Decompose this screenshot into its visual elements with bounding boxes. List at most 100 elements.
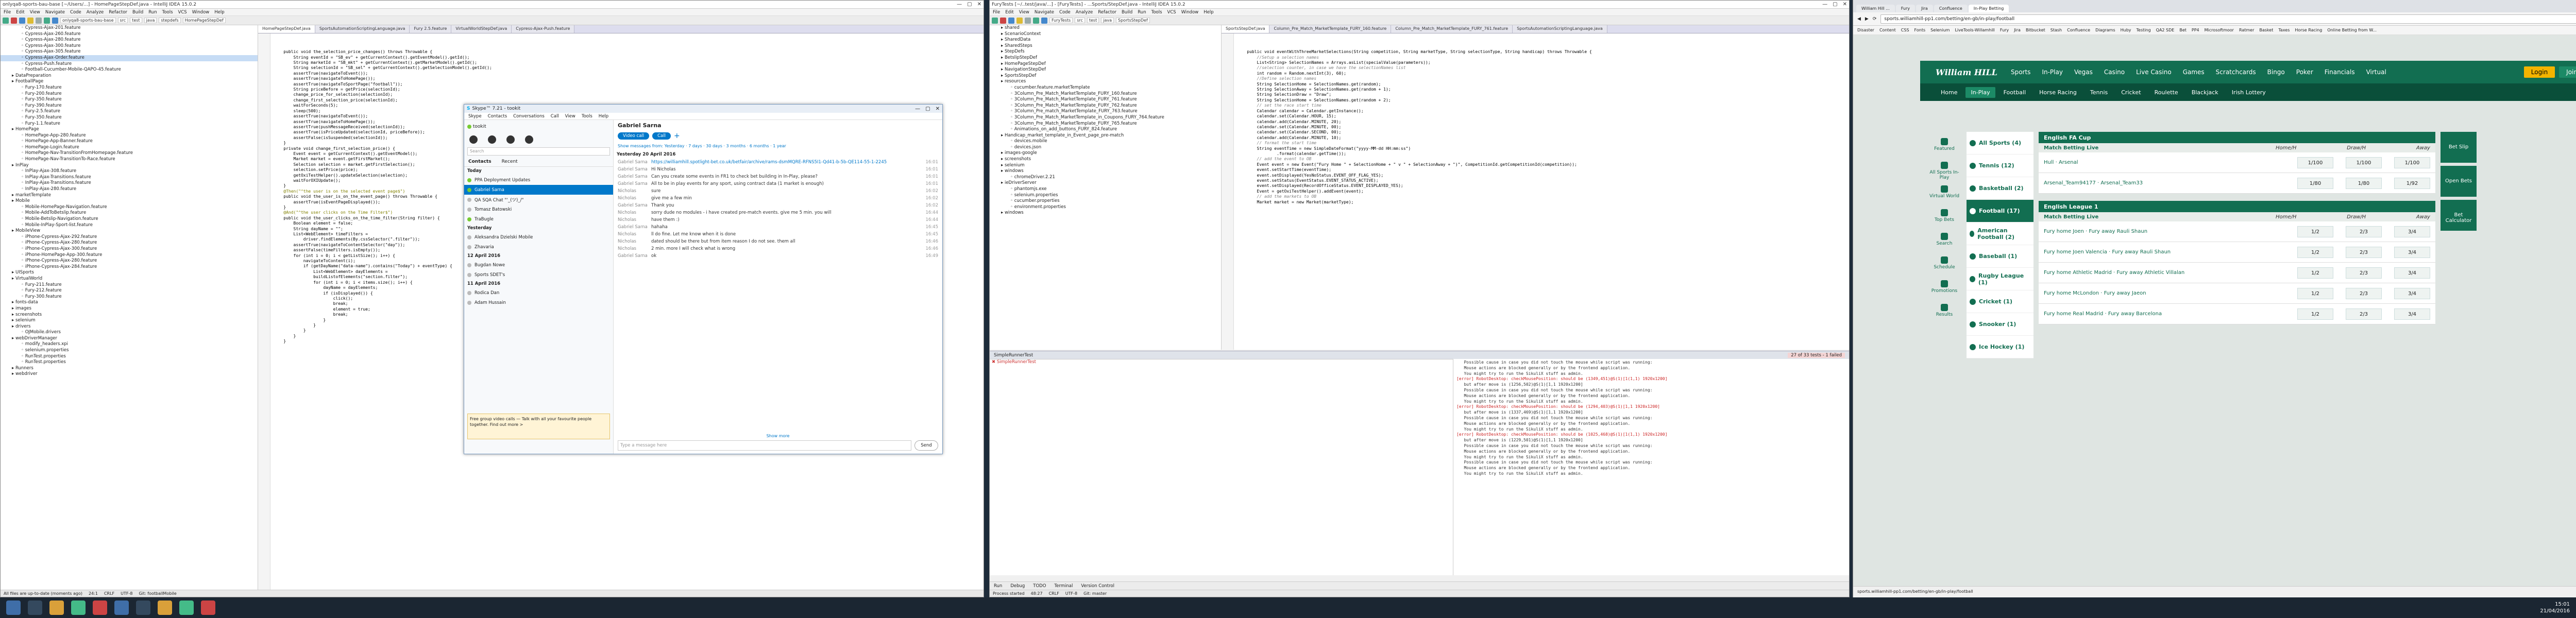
tree-item[interactable]: ◦ InPlay-Ajax-308.feature: [1, 168, 258, 175]
odds-button[interactable]: 3/4: [2394, 226, 2430, 237]
nav-item[interactable]: Poker: [2296, 68, 2313, 76]
menu-item[interactable]: Build: [1122, 10, 1132, 15]
contact-item[interactable]: Tomasz Batowski: [464, 204, 613, 214]
bookmark-item[interactable]: LiveTools-Willamhill: [1955, 28, 1994, 32]
tree-item[interactable]: ▸ drivers: [1, 324, 258, 330]
side-nav-item[interactable]: Search: [1926, 233, 1962, 246]
tree-item[interactable]: ▸ BetslipStepDef: [990, 55, 1221, 61]
minimize-icon[interactable]: —: [1822, 2, 1827, 7]
match-row[interactable]: Fury home Joen · Fury away Rauli Shaun 1/…: [2039, 221, 2435, 242]
editor-tab[interactable]: Column_Pre_Match_MarketTemplate_FURY_160…: [1269, 25, 1392, 33]
tree-item[interactable]: ◦ Fury-390.feature: [1, 103, 258, 109]
close-icon[interactable]: ✕: [977, 2, 981, 7]
menu-item[interactable]: Navigate: [45, 10, 65, 15]
tree-item[interactable]: ◦ Mobile-AddToBetslip.feature: [1, 210, 258, 216]
tree-item[interactable]: ◦ selenium.properties: [1, 348, 258, 354]
tree-item[interactable]: ◦ Football-Cucumber-Mobile-QAPO-45.featu…: [1, 67, 258, 73]
match-teams[interactable]: Arsenal_Team94177 · Arsenal_Team33: [2044, 180, 2285, 186]
odds-button[interactable]: 1/2: [2297, 287, 2333, 299]
nav-item[interactable]: Live Casino: [2136, 68, 2172, 76]
bookmark-item[interactable]: Microsoftmoor: [2205, 28, 2234, 32]
taskbar-app-icon[interactable]: [49, 600, 64, 615]
menu-item[interactable]: View: [1019, 10, 1029, 15]
odds-button[interactable]: 2/3: [2346, 308, 2382, 320]
subnav-item[interactable]: In-Play: [1965, 87, 1995, 98]
tool-window-tab[interactable]: TODO: [1033, 583, 1046, 589]
bookmark-item[interactable]: Testing: [2137, 28, 2151, 32]
tree-item[interactable]: ◦ Cypress-Ajax-305.feature: [1, 49, 258, 55]
odds-button[interactable]: 1/100: [2297, 157, 2333, 168]
sport-list-item[interactable]: Rugby League (1): [1967, 268, 2033, 290]
forward-icon[interactable]: ▶: [1865, 16, 1869, 22]
taskbar-app-icon[interactable]: [28, 600, 42, 615]
breadcrumb-item[interactable]: onlyqa8-sports-bau-base: [60, 18, 116, 23]
bookmark-item[interactable]: Bet: [2179, 28, 2187, 32]
nav-item[interactable]: Games: [2183, 68, 2205, 76]
menu-item[interactable]: Call: [551, 114, 559, 119]
side-nav-item[interactable]: Featured: [1926, 138, 1962, 151]
menu-item[interactable]: Run: [148, 10, 157, 15]
tree-item[interactable]: ◦ 3Column_Pre_Match_MarketTemplate_FURY_…: [990, 97, 1221, 103]
tree-item[interactable]: ◦ Animations_on_add_buttons_FURY_824.fea…: [990, 127, 1221, 133]
menu-item[interactable]: Help: [599, 114, 608, 119]
contacts-icon[interactable]: [506, 135, 515, 144]
bookmark-item[interactable]: CSS: [1901, 28, 1909, 32]
william-hill-logo[interactable]: William HILL: [1936, 67, 1997, 77]
menu-item[interactable]: Analyze: [87, 10, 104, 15]
tree-item[interactable]: ◦ Cypress-Ajax-260.feature: [1, 31, 258, 38]
odds-button[interactable]: 2/3: [2346, 267, 2382, 279]
breadcrumb-item[interactable]: java: [1101, 18, 1114, 23]
match-teams[interactable]: Hull · Arsenal: [2044, 159, 2285, 166]
tool-window-tab[interactable]: Run: [994, 583, 1002, 589]
run-console[interactable]: Possible cause in case you did not touch…: [1453, 359, 1849, 575]
breadcrumb-item[interactable]: test: [1087, 18, 1099, 23]
tree-item[interactable]: ▸ HomePage: [1, 127, 258, 133]
tree-item[interactable]: ▸ FootballPage: [1, 79, 258, 85]
tree-item[interactable]: ▸ StepDefs: [990, 49, 1221, 55]
sport-list-item[interactable]: Ice Hockey (1): [1967, 336, 2033, 358]
menu-item[interactable]: Code: [1059, 10, 1071, 15]
tree-item[interactable]: ◦ RunTest.properties: [1, 359, 258, 366]
sport-list-item[interactable]: Football (17): [1967, 200, 2033, 222]
toolbar-button-icon[interactable]: [1041, 17, 1047, 24]
editor-tab[interactable]: Column_Pre_Match_MarketTemplate_FURY_761…: [1391, 25, 1513, 33]
bookmark-item[interactable]: Stash: [2050, 28, 2062, 32]
tree-item[interactable]: ◦ cucumber.feature.marketTemplate: [990, 85, 1221, 91]
tree-item[interactable]: ▸ ieDriverServer: [990, 180, 1221, 186]
start-icon[interactable]: [6, 600, 21, 615]
nav-item[interactable]: In-Play: [2042, 68, 2063, 76]
toolbar-button-icon[interactable]: [1016, 17, 1023, 24]
toolbar-button-icon[interactable]: [1033, 17, 1039, 24]
bookmark-item[interactable]: Huby: [2121, 28, 2131, 32]
tree-item[interactable]: ◦ devices.json: [990, 145, 1221, 151]
tree-item[interactable]: ◦ phantomjs.exe: [990, 186, 1221, 193]
tree-item[interactable]: ◦ HomePage-Nav-TransitionFromHomepage.fe…: [1, 150, 258, 157]
match-row[interactable]: Fury home Athletic Madrid · Fury away At…: [2039, 263, 2435, 283]
editor-tab[interactable]: Cypress-Ajax-Push.feature: [512, 25, 575, 33]
bookmark-item[interactable]: Basket: [2259, 28, 2273, 32]
competition-header[interactable]: English FA Cup: [2039, 132, 2435, 143]
tool-window-tab[interactable]: Version Control: [1081, 583, 1114, 589]
tree-item[interactable]: ▸ InPlay: [1, 163, 258, 169]
breadcrumb-item[interactable]: stepdefs: [159, 18, 181, 23]
tree-item[interactable]: ◦ modify_headers.xpi: [1, 341, 258, 348]
toolbar-button-icon[interactable]: [11, 17, 17, 24]
odds-button[interactable]: 3/4: [2394, 267, 2430, 279]
editor-tab[interactable]: HomePageStepDef.java: [258, 25, 315, 33]
tree-item[interactable]: ▸ DataPreparation: [1, 73, 258, 79]
minimize-icon[interactable]: —: [957, 2, 962, 7]
tree-item[interactable]: ◦ InPlay-Ajax-Transitions.feature: [1, 180, 258, 186]
taskbar-app-icon[interactable]: [136, 600, 150, 615]
tree-item[interactable]: ◦ Mobile-InPlay-Sport-list.feature: [1, 222, 258, 229]
toolbar-button-icon[interactable]: [52, 17, 58, 24]
tree-item[interactable]: ◦ Fury-350.feature: [1, 115, 258, 121]
odds-button[interactable]: 3/4: [2394, 308, 2430, 320]
widget-button[interactable]: Bet Calculator: [2441, 200, 2477, 231]
nav-item[interactable]: Bingo: [2267, 68, 2285, 76]
tree-item[interactable]: ◦ HomePage-App-Banner.feature: [1, 139, 258, 145]
sport-list-item[interactable]: Baseball (1): [1967, 245, 2033, 268]
menu-item[interactable]: Navigate: [1035, 10, 1054, 15]
odds-button[interactable]: 1/2: [2297, 226, 2333, 237]
tree-item[interactable]: ▸ images-google: [990, 150, 1221, 157]
contact-item[interactable]: Zhavaria: [464, 242, 613, 252]
